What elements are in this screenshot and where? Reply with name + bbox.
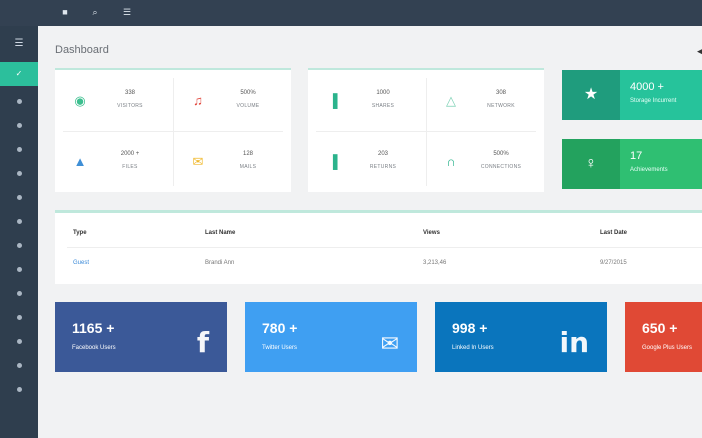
- stat-value: 308: [495, 90, 506, 96]
- stat-network[interactable]: △ 308 NETWORK: [426, 72, 544, 132]
- stat-shares[interactable]: ▐ 1000 SHARES: [308, 72, 426, 132]
- sidebar-item-13[interactable]: [16, 387, 22, 392]
- social-value: 1165 +: [72, 320, 115, 336]
- stat-connections[interactable]: ∩ 500% CONNECTIONS: [426, 133, 544, 193]
- table-cell-last-date: 9/27/2015: [600, 260, 627, 266]
- sidebar-item-8[interactable]: [16, 267, 22, 272]
- menu-toggle-icon[interactable]: ☰: [0, 32, 38, 56]
- social-label: Linked In Users: [452, 345, 494, 351]
- sidebar-item-7[interactable]: [16, 243, 22, 248]
- trophy-icon: ♀: [562, 139, 620, 189]
- card-value: 17: [630, 150, 643, 162]
- twitter-icon: ✉: [380, 332, 399, 357]
- linkedin-card[interactable]: 998 + Linked In Users in: [435, 302, 607, 372]
- sidebar-item-3[interactable]: [16, 147, 22, 152]
- mail-icon: ✉: [192, 154, 204, 169]
- collapse-icon[interactable]: ◀: [697, 46, 702, 57]
- star-icon: ★: [562, 70, 620, 120]
- social-value: 780 +: [262, 320, 298, 336]
- stat-volume[interactable]: ♫ 500% VOLUME: [173, 72, 291, 132]
- music-icon: ♫: [193, 93, 203, 108]
- sidebar-item-9[interactable]: [16, 291, 22, 296]
- stat-label: RETURNS: [369, 164, 397, 170]
- sitemap-icon: ∩: [446, 154, 456, 169]
- bar-chart-icon: ▐: [328, 93, 338, 108]
- sidebar-item-12[interactable]: [16, 363, 22, 368]
- user-icon: ▲: [73, 154, 87, 169]
- sidebar-item-2[interactable]: [16, 123, 22, 128]
- stat-value: 500%: [240, 90, 256, 96]
- twitter-card[interactable]: 780 + Twitter Users ✉: [245, 302, 417, 372]
- stats-panel-left: ◉ 338 VISITORS ♫ 500% VOLUME ▲ 2000 + FI…: [55, 68, 291, 192]
- sidebar-item-10[interactable]: [16, 315, 22, 320]
- stat-mails[interactable]: ✉ 128 MAILS: [173, 133, 291, 193]
- facebook-card[interactable]: 1165 + Facebook Users f: [55, 302, 227, 372]
- google-plus-card[interactable]: 650 + Google Plus Users: [625, 302, 702, 372]
- stat-label: VISITORS: [117, 103, 143, 109]
- sidebar-item-active[interactable]: ✓: [0, 62, 38, 86]
- column-header-last-name[interactable]: Last Name: [205, 230, 235, 236]
- sidebar-item-4[interactable]: [16, 171, 22, 176]
- stat-label: VOLUME: [236, 103, 260, 109]
- stats-panel-right: ▐ 1000 SHARES △ 308 NETWORK ▐ 203 RETURN…: [308, 68, 544, 192]
- social-label: Facebook Users: [72, 345, 116, 351]
- linkedin-icon: in: [559, 326, 589, 359]
- card-value: 4000 +: [630, 81, 664, 93]
- stat-label: MAILS: [239, 164, 257, 170]
- table-cell-type[interactable]: Guest: [73, 260, 89, 266]
- grid-icon[interactable]: ☰: [120, 5, 134, 19]
- table-cell-views: 3,213,46: [423, 260, 447, 266]
- stat-value: 2000 +: [120, 151, 140, 157]
- social-value: 650 +: [642, 320, 678, 336]
- stat-label: CONNECTIONS: [480, 164, 522, 170]
- social-value: 998 +: [452, 320, 488, 336]
- column-header-last-date[interactable]: Last Date: [600, 230, 627, 236]
- divider: [67, 247, 702, 248]
- sidebar-item-6[interactable]: [16, 219, 22, 224]
- data-table: Type Last Name Views Last Date Guest Bra…: [55, 210, 702, 284]
- stat-files[interactable]: ▲ 2000 + FILES: [55, 133, 173, 193]
- top-navbar: ■ ⌕ ☰: [0, 0, 702, 26]
- stat-value: 1000: [376, 90, 390, 96]
- eye-icon: ◉: [74, 93, 86, 108]
- stat-value: 338: [124, 90, 135, 96]
- social-label: Google Plus Users: [642, 345, 693, 351]
- stat-returns[interactable]: ▐ 203 RETURNS: [308, 133, 426, 193]
- stat-label: SHARES: [371, 103, 395, 109]
- table-cell-last-name: Brandi Ann: [205, 260, 235, 266]
- achievements-card[interactable]: ♀ 17 Achievements: [562, 139, 702, 189]
- page-title: Dashboard: [55, 44, 109, 56]
- home-icon[interactable]: ■: [58, 5, 72, 19]
- sidebar-item-5[interactable]: [16, 195, 22, 200]
- column-header-views[interactable]: Views: [423, 230, 440, 236]
- sidebar-item-11[interactable]: [16, 339, 22, 344]
- stat-visitors[interactable]: ◉ 338 VISITORS: [55, 72, 173, 132]
- storage-card[interactable]: ★ 4000 + Storage Incurrent: [562, 70, 702, 120]
- card-label: Achievements: [630, 167, 668, 173]
- facebook-icon: f: [196, 326, 209, 359]
- stat-value: 203: [377, 151, 388, 157]
- stat-value: 500%: [493, 151, 509, 157]
- card-label: Storage Incurrent: [630, 98, 677, 104]
- stat-label: FILES: [122, 164, 138, 170]
- sidebar: ☰ ✓: [0, 26, 38, 438]
- stat-value: 128: [242, 151, 253, 157]
- flask-icon: △: [446, 93, 456, 108]
- stat-label: NETWORK: [487, 103, 515, 109]
- column-header-type[interactable]: Type: [73, 230, 87, 236]
- social-label: Twitter Users: [262, 345, 298, 351]
- search-icon[interactable]: ⌕: [88, 5, 102, 19]
- sidebar-item-1[interactable]: [16, 99, 22, 104]
- growth-chart-icon: ▐: [328, 154, 338, 169]
